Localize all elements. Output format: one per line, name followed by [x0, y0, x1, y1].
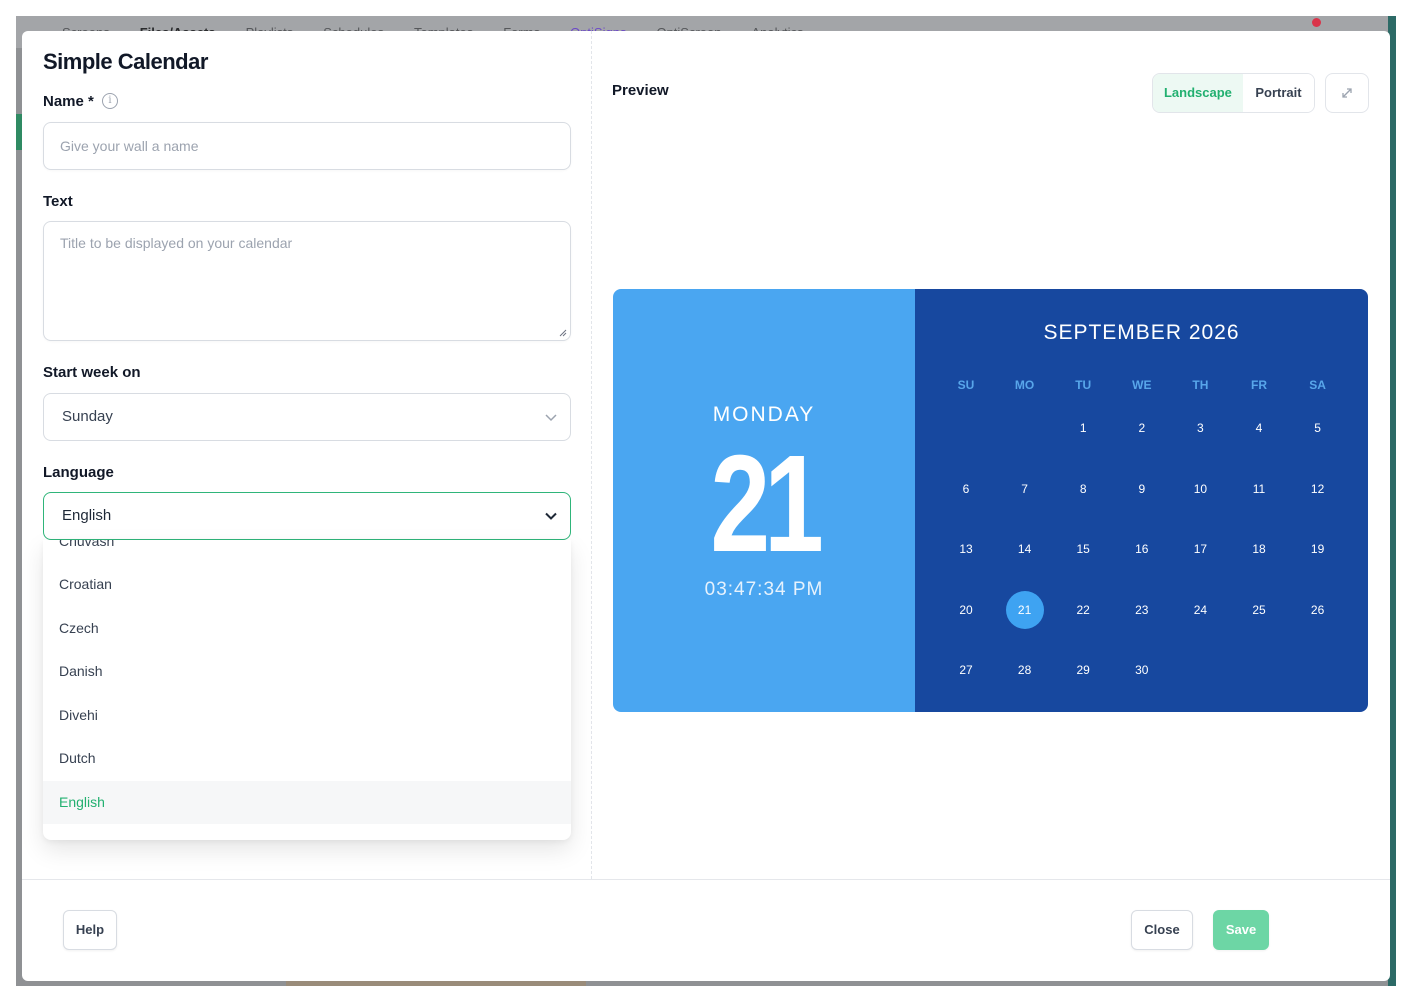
calendar-day: 30 — [1135, 663, 1149, 677]
calendar-day: 17 — [1193, 542, 1208, 556]
language-select[interactable]: English — [43, 492, 571, 540]
save-button[interactable]: Save — [1213, 910, 1269, 950]
calendar-day: 25 — [1252, 602, 1266, 617]
calendar-time: 03:47:34 PM — [704, 579, 824, 600]
calendar-day: 3 — [1197, 421, 1204, 435]
language-option-selected[interactable]: English — [43, 781, 571, 824]
calendar-day: 6 — [962, 481, 970, 496]
calendar-day: 1 — [1079, 421, 1087, 435]
weekday-label: MO — [1014, 378, 1035, 392]
weekday-label: FR — [1251, 378, 1267, 392]
calendar-day: 7 — [1021, 481, 1028, 496]
language-option[interactable]: Czech — [43, 607, 571, 650]
help-button[interactable]: Help — [63, 910, 117, 950]
weekday-label: SA — [1309, 378, 1326, 392]
calendar-day: 4 — [1255, 421, 1263, 435]
name-label: Name * — [43, 93, 94, 110]
calendar-day: 10 — [1193, 481, 1208, 496]
text-placeholder: Title to be displayed on your calendar — [60, 235, 293, 251]
calendar-month-panel: SEPTEMBER 2026 SU MO TU WE TH FR SA 1234567891… — [915, 289, 1368, 712]
calendar-day: 8 — [1079, 481, 1087, 496]
close-button[interactable]: Close — [1131, 910, 1193, 950]
calendar-day: 16 — [1135, 542, 1149, 556]
calendar-preview: MONDAY 21 03:47:34 PM SEPTEMBER 2026 SU M… — [613, 289, 1368, 712]
chevron-down-icon — [545, 414, 557, 422]
weekday-label: TU — [1075, 378, 1092, 392]
language-value: English — [62, 507, 112, 524]
language-option[interactable]: Dutch — [43, 737, 571, 780]
week-label: Start week on — [43, 364, 141, 381]
calendar-day: 27 — [959, 663, 973, 677]
name-input[interactable]: Give your wall a name — [43, 122, 571, 170]
calendar-day: 19 — [1310, 542, 1325, 556]
calendar-day: 15 — [1076, 542, 1090, 556]
calendar-day: 28 — [1017, 663, 1032, 677]
info-icon[interactable]: i — [102, 93, 118, 109]
settings-pane: Simple Calendar Name * i Give your wall … — [22, 31, 592, 879]
orientation-toggle: Landscape Portrait — [1152, 73, 1315, 113]
calendar-month-title: SEPTEMBER 2026 — [1043, 321, 1240, 344]
calendar-day: 29 — [1076, 663, 1090, 677]
language-option[interactable]: Chuvash — [43, 540, 571, 563]
calendar-day: 14 — [1017, 542, 1032, 556]
start-week-value: Sunday — [62, 408, 113, 425]
resize-grip-icon[interactable] — [559, 329, 567, 337]
weekday-label: WE — [1132, 378, 1152, 392]
modal-footer: Help Close Save — [22, 879, 1390, 981]
calendar-day: 23 — [1135, 602, 1149, 617]
simple-calendar-modal: Simple Calendar Name * i Give your wall … — [22, 31, 1390, 981]
landscape-button[interactable]: Landscape — [1153, 74, 1243, 112]
calendar-day: 12 — [1310, 481, 1325, 496]
calendar-day: 20 — [959, 602, 973, 617]
modal-title: Simple Calendar — [43, 49, 208, 74]
calendar-day: 26 — [1310, 602, 1325, 617]
portrait-button[interactable]: Portrait — [1242, 74, 1314, 112]
expand-button[interactable] — [1325, 73, 1369, 113]
language-label: Language — [43, 464, 114, 481]
preview-label: Preview — [612, 82, 669, 99]
calendar-day: 24 — [1193, 602, 1208, 617]
calendar-day-number: 21 — [710, 427, 823, 581]
language-option[interactable]: Divehi — [43, 694, 571, 737]
text-textarea[interactable]: Title to be displayed on your calendar — [43, 221, 571, 341]
calendar-day: 13 — [959, 542, 973, 556]
calendar-day: 18 — [1252, 542, 1266, 556]
notification-dot — [1312, 18, 1321, 27]
expand-icon — [1342, 88, 1352, 98]
calendar-today-panel: MONDAY 21 03:47:34 PM — [613, 289, 915, 712]
calendar-day-today: 21 — [1005, 590, 1044, 629]
calendar-day: 9 — [1138, 481, 1146, 496]
language-dropdown: Chuvash Croatian Czech Danish Divehi Dut… — [43, 540, 571, 840]
calendar-day: 5 — [1314, 421, 1321, 435]
calendar-day: 2 — [1138, 421, 1146, 435]
language-option[interactable]: Croatian — [43, 563, 571, 606]
start-week-select[interactable]: Sunday — [43, 393, 571, 441]
weekday-label: TH — [1192, 378, 1209, 392]
calendar-day: 22 — [1076, 602, 1090, 617]
text-label: Text — [43, 193, 73, 210]
weekday-label: SU — [957, 378, 975, 392]
calendar-day: 11 — [1252, 481, 1266, 496]
calendar-day-name: MONDAY — [712, 403, 816, 426]
chevron-down-icon — [545, 512, 557, 520]
language-option[interactable]: Danish — [43, 650, 571, 693]
